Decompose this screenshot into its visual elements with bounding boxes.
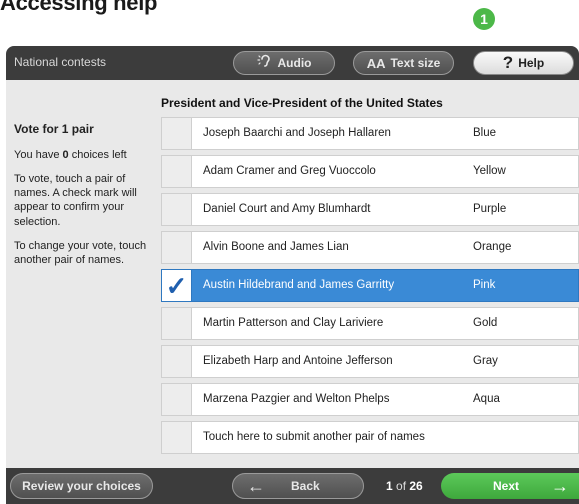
audio-label: Audio [277, 56, 312, 70]
question-mark-icon: ? [502, 53, 514, 72]
candidate-row[interactable]: Daniel Court and Amy Blumhardt Purple [161, 193, 579, 226]
back-label: Back [291, 479, 320, 493]
candidate-name: Marzena Pazgier and Welton Phelps [203, 393, 390, 405]
candidate-party: Blue [473, 127, 497, 139]
candidate-row[interactable]: Adam Cramer and Greg Vuoccolo Yellow [161, 155, 579, 188]
candidate-list: Joseph Baarchi and Joseph Hallaren Blue A… [161, 117, 579, 459]
ballot-panel: President and Vice-President of the Unit… [6, 80, 579, 468]
candidate-row[interactable]: Elizabeth Harp and Antoine Jefferson Gray [161, 345, 579, 378]
section-title: National contests [14, 55, 107, 69]
page-heading: Accessing help [0, 0, 158, 15]
candidate-name: Joseph Baarchi and Joseph Hallaren [203, 127, 391, 139]
choices-left: You have 0 choices left [14, 148, 127, 161]
candidate-name: Elizabeth Harp and Antoine Jefferson [203, 355, 393, 367]
candidate-row[interactable]: Marzena Pazgier and Welton Phelps Aqua [161, 383, 579, 416]
back-button[interactable]: ← Back [232, 473, 364, 499]
candidate-party: Yellow [473, 165, 506, 177]
candidate-row[interactable]: Joseph Baarchi and Joseph Hallaren Blue [161, 117, 579, 150]
candidate-row[interactable]: Alvin Boone and James Lian Orange [161, 231, 579, 264]
candidate-party: Gold [473, 317, 498, 329]
candidate-name: Alvin Boone and James Lian [203, 241, 349, 253]
checkbox-checked: ✓ [162, 270, 192, 301]
checkbox [162, 308, 192, 339]
checkbox [162, 384, 192, 415]
candidate-party: Gray [473, 355, 498, 367]
contest-title: President and Vice-President of the Unit… [161, 96, 443, 110]
text-size-button[interactable]: AA Text size [353, 51, 454, 75]
checkbox [162, 118, 192, 149]
top-bar: National contests Audio AA Text size ? H… [6, 46, 579, 80]
candidate-name: Daniel Court and Amy Blumhardt [203, 203, 371, 215]
candidate-party: Orange [473, 241, 512, 253]
candidate-row[interactable]: Martin Patterson and Clay Lariviere Gold [161, 307, 579, 340]
audio-button[interactable]: Audio [233, 51, 335, 75]
arrow-left-icon: ← [247, 475, 265, 496]
help-button[interactable]: ? Help [473, 51, 574, 75]
text-size-label: Text size [390, 56, 441, 70]
candidate-party: Pink [473, 279, 496, 291]
candidate-name: Martin Patterson and Clay Lariviere [203, 317, 384, 329]
vote-instructions: To vote, touch a pair of names. A check … [14, 172, 137, 228]
vote-for-label: Vote for 1 pair [14, 122, 94, 136]
checkbox [162, 346, 192, 377]
checkbox [162, 194, 192, 225]
instructions-sidebar: Vote for 1 pair You have 0 choices left … [14, 122, 154, 278]
write-in-label: Touch here to submit another pair of nam… [203, 431, 425, 443]
help-label: Help [518, 56, 545, 70]
checkmark-icon: ✓ [165, 270, 188, 301]
page-indicator: 1 of 26 [386, 479, 423, 493]
checkbox [162, 232, 192, 263]
checkbox [162, 422, 192, 453]
change-instructions: To change your vote, touch another pair … [14, 240, 147, 267]
next-button[interactable]: Next → [441, 473, 579, 499]
step-badge: 1 [473, 8, 495, 30]
candidate-party: Aqua [473, 393, 500, 405]
candidate-party: Purple [473, 203, 507, 215]
candidate-row-selected[interactable]: ✓ Austin Hildebrand and James Garritty Pin… [161, 269, 579, 302]
candidate-name: Austin Hildebrand and James Garritty [203, 279, 395, 291]
ear-icon [256, 53, 273, 73]
write-in-row[interactable]: Touch here to submit another pair of nam… [161, 421, 579, 454]
checkbox [162, 156, 192, 187]
arrow-right-icon: → [551, 475, 570, 496]
next-label: Next [493, 479, 520, 493]
review-choices-button[interactable]: Review your choices [10, 473, 153, 499]
candidate-name: Adam Cramer and Greg Vuoccolo [203, 165, 376, 177]
bottom-bar: Review your choices ← Back 1 of 26 Next … [6, 468, 579, 504]
text-size-icon: AA [366, 55, 386, 71]
